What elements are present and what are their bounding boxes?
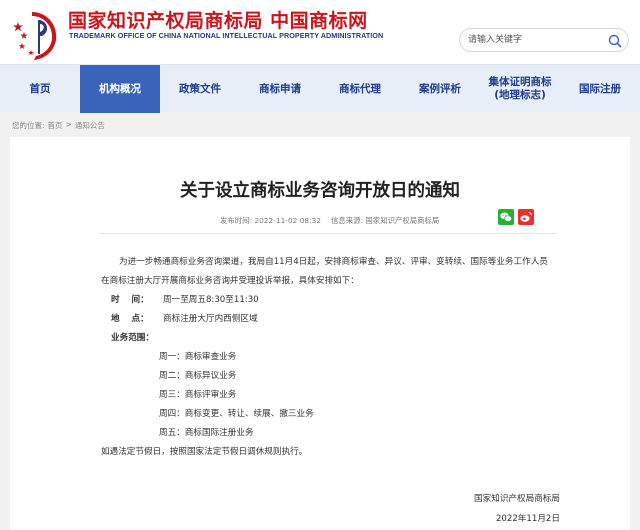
site-title: 国家知识产权局商标局 中国商标网 [68,10,368,32]
trademark-emblem-icon[interactable] [10,2,66,62]
nav-item-application[interactable]: 商标申请 [240,65,320,113]
search-box [459,28,629,52]
breadcrumb-separator: > [65,120,72,129]
time-label: 时 间： [111,295,149,305]
nav-label: 集体证明商标 (地理标志) [488,76,552,101]
search-icon[interactable] [606,32,624,50]
schedule-item: 周二：商标异议业务 [159,371,237,381]
nav-item-collective-marks[interactable]: 集体证明商标 (地理标志) [480,65,560,113]
site-subtitle: TRADEMARK OFFICE OF CHINA NATIONAL INTEL… [69,31,384,40]
article-title: 关于设立商标业务咨询开放日的通知 [180,181,460,201]
time-row: 时 间： 周一至周五8:30至11:30 [101,291,555,310]
nav-label: 政策文件 [179,82,221,95]
site-header: 国家知识产权局商标局 中国商标网 TRADEMARK OFFICE OF CHI… [0,0,640,64]
nav-label: 机构概况 [99,82,141,95]
place-value: 商标注册大厅内西侧区域 [163,314,258,324]
schedule-item: 周三：商标评审业务 [159,390,237,400]
nav-item-about[interactable]: 机构概况 [80,65,160,113]
breadcrumb-notices-link[interactable]: 通知公告 [75,120,105,131]
nav-label: 商标代理 [339,82,381,95]
nav-item-home[interactable]: 首页 [0,65,80,113]
info-source: 信息来源: 国家知识产权局商标局 [331,216,440,225]
article-panel: 关于设立商标业务咨询开放日的通知 发布时间: 2022-11-02 08:32 信… [10,137,630,530]
scope-label: 业务范围： [111,333,154,343]
main-nav: 首页 机构概况 政策文件 商标申请 商标代理 案例评析 集体证明商标 (地理标志… [0,64,640,113]
publish-time: 发布时间: 2022-11-02 08:32 [220,216,322,225]
breadcrumb: 您的位置: 首页 > 通知公告 [12,120,105,131]
title-divider [100,233,556,234]
nav-item-agency[interactable]: 商标代理 [320,65,400,113]
signature-block: 国家知识产权局商标局 2022年11月2日 [474,489,560,529]
nav-item-cases[interactable]: 案例评析 [400,65,480,113]
time-value: 周一至周五8:30至11:30 [163,295,259,305]
place-label: 地 点： [111,314,149,324]
weibo-icon[interactable] [518,209,534,225]
signature-date: 2022年11月2日 [495,514,560,524]
nav-label: 国际注册 [579,82,621,95]
nav-label: 商标申请 [259,82,301,95]
article-meta: 发布时间: 2022-11-02 08:32 信息来源: 国家知识产权局商标局 [220,215,439,226]
article-body: 为进一步畅通商标业务咨询渠道，我局自11月4日起，安排商标审查、异议、评审、变转… [101,253,555,462]
holiday-note: 如遇法定节假日，按照国家法定节假日调休规则执行。 [101,447,308,457]
schedule-item: 周五：商标国际注册业务 [159,428,254,438]
search-input[interactable] [468,32,598,48]
schedule-item: 周四：商标变更、转让、续展、撤三业务 [159,409,314,419]
intro-paragraph: 为进一步畅通商标业务咨询渠道，我局自11月4日起，安排商标审查、异议、评审、变转… [101,257,548,286]
breadcrumb-home-link[interactable]: 首页 [48,120,63,131]
schedule-item: 周一：商标审查业务 [159,352,237,362]
breadcrumb-prefix: 您的位置: [12,121,45,130]
nav-label: 首页 [29,82,51,95]
nav-label: 案例评析 [419,82,461,95]
nav-item-international[interactable]: 国际注册 [560,65,640,113]
nav-item-policy[interactable]: 政策文件 [160,65,240,113]
signature-org: 国家知识产权局商标局 [474,494,560,504]
place-row: 地 点： 商标注册大厅内西侧区域 [101,310,555,329]
wechat-icon[interactable] [498,209,514,225]
